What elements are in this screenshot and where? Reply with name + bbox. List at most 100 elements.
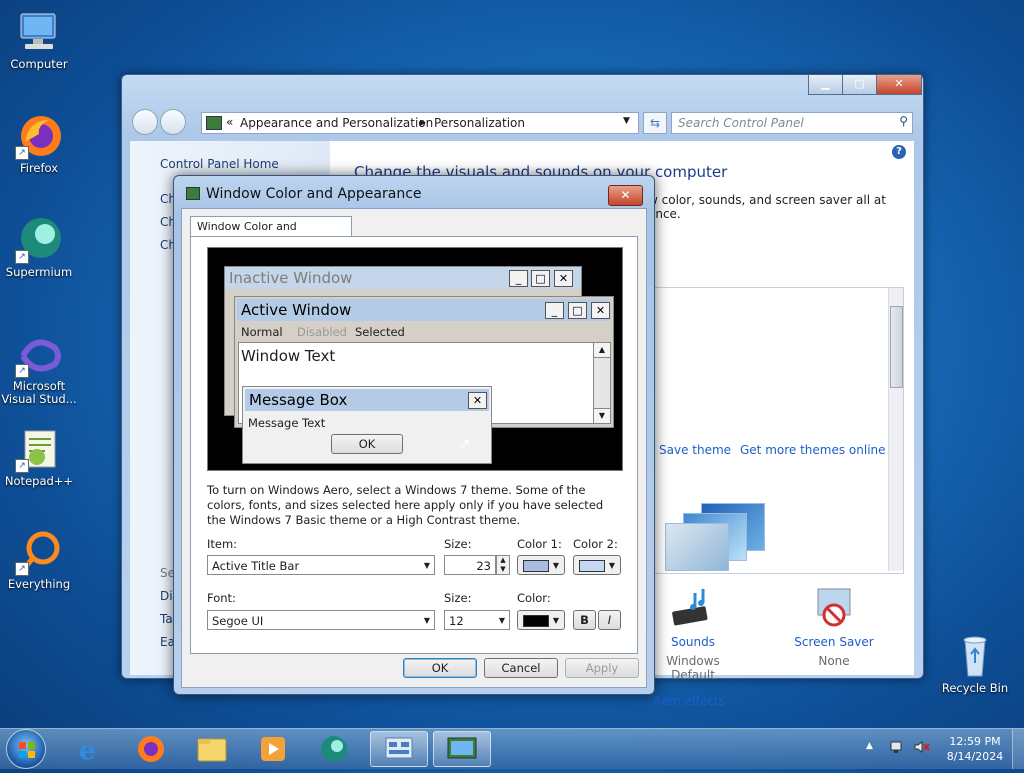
aero-effects-link[interactable]: Aero effects bbox=[653, 694, 725, 708]
message-box-preview: Message Box ✕ Message Text OK bbox=[242, 386, 492, 464]
address-dropdown-icon[interactable]: ▼ bbox=[623, 116, 630, 126]
show-hidden-icons-button[interactable]: ▲ bbox=[866, 741, 873, 751]
font-value: Segoe UI bbox=[212, 614, 264, 628]
desktop-icon-everything[interactable]: ↗ Everything bbox=[0, 528, 78, 591]
desktop-icon-label: Computer bbox=[10, 57, 68, 71]
maximize-icon: ▢ bbox=[854, 77, 865, 90]
font-color-swatch bbox=[523, 615, 549, 627]
taskbar-explorer[interactable] bbox=[185, 731, 239, 767]
size-label: Size: bbox=[444, 537, 472, 551]
forward-button[interactable] bbox=[160, 109, 186, 135]
page-subheading: w color, sounds, and screen saver all at… bbox=[648, 193, 886, 221]
taskbar-window-color[interactable] bbox=[433, 731, 491, 767]
scrollbar-thumb[interactable] bbox=[890, 306, 903, 388]
dialog-body: Window Color and Appearance Inactive Win… bbox=[181, 208, 647, 688]
font-size-value: 12 bbox=[449, 614, 464, 628]
size-spinner[interactable]: ▲ ▼ bbox=[496, 555, 510, 575]
chevron-down-icon: ▼ bbox=[608, 561, 615, 570]
svg-text:e: e bbox=[79, 736, 96, 766]
taskbar-supermium[interactable] bbox=[307, 731, 361, 767]
refresh-button[interactable]: ⇆ bbox=[643, 112, 667, 134]
bold-button[interactable]: B bbox=[573, 610, 596, 630]
close-icon: ✕ bbox=[468, 392, 487, 409]
item-size-value: 23 bbox=[476, 559, 491, 573]
font-color-picker[interactable]: ▼ bbox=[517, 610, 565, 630]
desktop-icon-notepadpp[interactable]: ↗ Notepad++ bbox=[0, 425, 78, 488]
desktop-icon-label: Firefox bbox=[19, 161, 59, 175]
taskbar-firefox[interactable] bbox=[124, 731, 178, 767]
maximize-button[interactable]: ▢ bbox=[842, 75, 877, 95]
chevron-down-icon: ▼ bbox=[423, 561, 430, 570]
breadcrumb-item[interactable]: Appearance and Personalization bbox=[240, 116, 433, 130]
menu-normal: Normal bbox=[241, 325, 283, 339]
mouse-cursor-icon: ➚ bbox=[458, 434, 472, 453]
control-panel-home-link[interactable]: Control Panel Home bbox=[160, 157, 279, 171]
nav-buttons bbox=[132, 109, 186, 135]
start-button[interactable] bbox=[6, 729, 46, 769]
desktop-icon-label: Microsoft Visual Stud... bbox=[1, 379, 77, 406]
maximize-icon: □ bbox=[531, 270, 550, 287]
message-text: Message Text bbox=[248, 416, 326, 430]
supermium-icon: ↗ bbox=[15, 216, 63, 264]
desktop-icon-recycle-bin[interactable]: Recycle Bin bbox=[936, 632, 1014, 695]
window-text: Window Text bbox=[241, 347, 336, 365]
menu-disabled: Disabled bbox=[297, 325, 347, 339]
message-box-ok-button: OK bbox=[331, 434, 403, 454]
screen-saver-item[interactable]: Screen Saver None bbox=[786, 581, 882, 668]
more-themes-link[interactable]: Get more themes online bbox=[740, 443, 886, 457]
minimize-button[interactable]: ▁ bbox=[808, 75, 843, 95]
volume-muted-icon[interactable] bbox=[913, 739, 931, 755]
screen-saver-icon bbox=[810, 587, 858, 631]
desktop-icon-firefox[interactable]: ↗ Firefox bbox=[0, 112, 78, 175]
theme-thumbnail-image[interactable] bbox=[661, 503, 767, 571]
desktop-icon-computer[interactable]: Computer bbox=[0, 8, 78, 71]
taskbar-control-panel[interactable] bbox=[370, 731, 428, 767]
address-bar[interactable]: « Appearance and Personalization ▸ Perso… bbox=[201, 112, 639, 134]
everything-icon: ↗ bbox=[15, 528, 63, 576]
sounds-label: Sounds bbox=[670, 635, 716, 649]
network-icon[interactable] bbox=[889, 739, 905, 755]
minimize-icon: _ bbox=[509, 270, 528, 287]
message-box-title: Message Box bbox=[245, 389, 489, 411]
show-desktop-button[interactable] bbox=[1012, 729, 1024, 769]
window-color-icon bbox=[447, 737, 477, 759]
desktop-icon-label: Supermium bbox=[5, 265, 73, 279]
font-color-label: Color: bbox=[517, 591, 551, 605]
chevron-down-icon: ▼ bbox=[552, 616, 559, 625]
scroll-down-icon: ▼ bbox=[594, 408, 610, 423]
firefox-icon: ↗ bbox=[15, 112, 63, 160]
color1-swatch bbox=[523, 560, 549, 572]
font-select[interactable]: Segoe UI ▼ bbox=[207, 610, 435, 630]
tab-window-color[interactable]: Window Color and Appearance bbox=[190, 216, 352, 253]
apply-button[interactable]: Apply bbox=[565, 658, 639, 678]
desktop-icon-supermium[interactable]: ↗ Supermium bbox=[0, 216, 78, 279]
clock[interactable]: 12:59 PM 8/14/2024 bbox=[942, 734, 1008, 764]
ok-button[interactable]: OK bbox=[403, 658, 477, 678]
desktop-icon-visual-studio[interactable]: ↗ Microsoft Visual Stud... bbox=[0, 330, 78, 406]
taskbar-media-player[interactable] bbox=[246, 731, 300, 767]
screen-saver-value: None bbox=[818, 654, 850, 668]
color1-picker[interactable]: ▼ bbox=[517, 555, 565, 575]
color2-picker[interactable]: ▼ bbox=[573, 555, 621, 575]
back-button[interactable] bbox=[132, 109, 158, 135]
font-size-label: Size: bbox=[444, 591, 472, 605]
taskbar-ie[interactable]: e bbox=[63, 731, 117, 767]
appearance-preview[interactable]: Inactive Window _ □ ✕ Active Window _ □ … bbox=[207, 247, 623, 471]
close-button[interactable]: ✕ bbox=[876, 75, 922, 95]
save-theme-link[interactable]: Save theme bbox=[659, 443, 731, 457]
item-select[interactable]: Active Title Bar ▼ bbox=[207, 555, 435, 575]
breadcrumb-item[interactable]: Personalization bbox=[434, 116, 525, 130]
theme-list-scrollbar[interactable] bbox=[888, 288, 903, 571]
cancel-button[interactable]: Cancel bbox=[484, 658, 558, 678]
search-input[interactable]: Search Control Panel ⚲ bbox=[671, 112, 913, 134]
aero-info-text: To turn on Windows Aero, select a Window… bbox=[207, 483, 604, 527]
supermium-icon bbox=[321, 736, 347, 762]
sounds-item[interactable]: Sounds Windows Default bbox=[648, 581, 738, 682]
minimize-icon: ▁ bbox=[821, 77, 830, 90]
font-size-select[interactable]: 12 ▼ bbox=[444, 610, 510, 630]
italic-button[interactable]: I bbox=[598, 610, 621, 630]
help-icon[interactable]: ? bbox=[892, 145, 906, 159]
refresh-icon: ⇆ bbox=[649, 116, 661, 130]
item-size-input[interactable]: 23 bbox=[444, 555, 496, 575]
dialog-close-button[interactable]: ✕ bbox=[608, 185, 643, 206]
